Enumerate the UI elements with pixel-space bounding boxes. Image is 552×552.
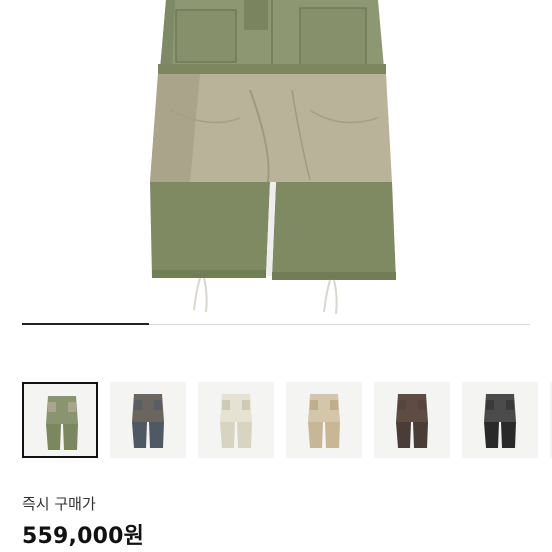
product-thumbnail[interactable] [374, 382, 450, 458]
gallery-progress-indicator [22, 323, 149, 325]
product-thumbnail[interactable] [286, 382, 362, 458]
pants-thumbnail-image [286, 382, 362, 458]
product-hero-image[interactable] [0, 0, 552, 352]
pants-thumbnail-image [462, 382, 538, 458]
product-thumbnail[interactable] [198, 382, 274, 458]
product-thumbnail[interactable] [22, 382, 98, 458]
pants-thumbnail-image [374, 382, 450, 458]
cargo-pants-image [0, 0, 552, 352]
pants-thumbnail-image [110, 382, 186, 458]
pants-thumbnail-image [24, 384, 96, 456]
buy-now-price-label: 즉시 구매가 [22, 495, 96, 513]
pants-thumbnail-image [198, 382, 274, 458]
price-value: 559,000원 [22, 524, 145, 549]
product-thumbnail[interactable] [462, 382, 538, 458]
product-thumbnail[interactable] [110, 382, 186, 458]
